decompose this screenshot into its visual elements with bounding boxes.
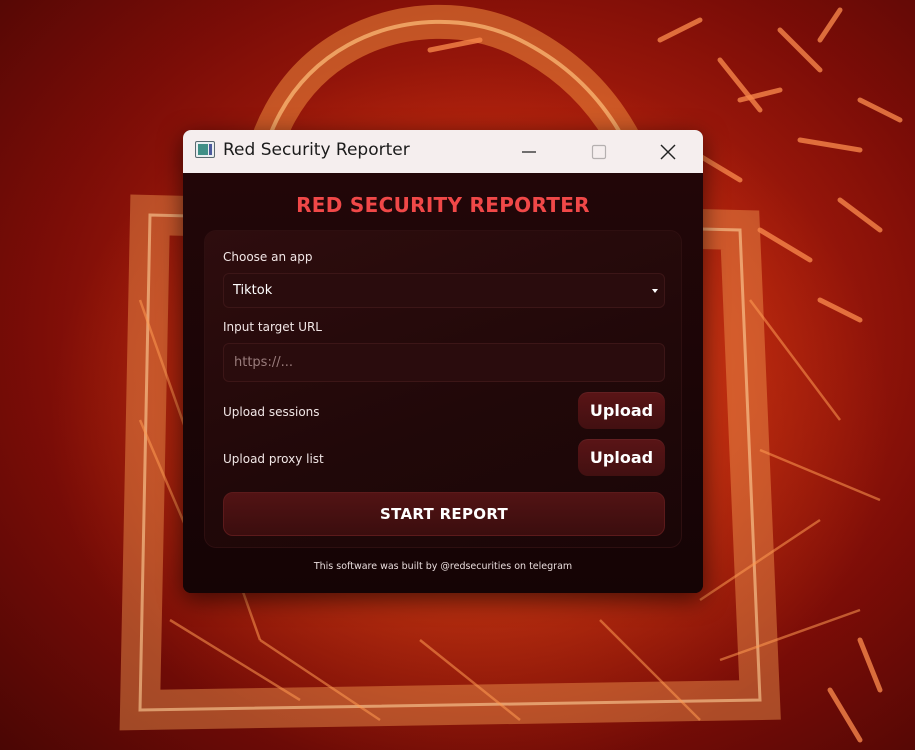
close-icon	[660, 144, 676, 159]
form-card: Choose an app Tiktok Input target URL Up…	[204, 230, 682, 548]
url-input[interactable]	[223, 343, 665, 382]
minimize-icon	[522, 150, 536, 153]
app-window: Red Security Reporter RED SECURITY REPOR…	[183, 130, 703, 593]
close-button[interactable]	[638, 130, 698, 173]
app-window-icon	[195, 141, 215, 158]
window-content: RED SECURITY REPORTER Choose an app Tikt…	[183, 173, 703, 593]
upload-sessions-button[interactable]: Upload	[578, 392, 665, 429]
window-title: Red Security Reporter	[223, 140, 410, 160]
url-label: Input target URL	[223, 320, 322, 334]
choose-app-label: Choose an app	[223, 250, 313, 264]
proxy-label: Upload proxy list	[223, 452, 324, 466]
app-heading: RED SECURITY REPORTER	[296, 193, 590, 217]
app-select-value: Tiktok	[233, 283, 273, 298]
upload-proxy-button[interactable]: Upload	[578, 439, 665, 476]
footer-credit: This software was built by @redsecuritie…	[313, 561, 573, 572]
maximize-icon	[591, 144, 607, 159]
maximize-button[interactable]	[569, 130, 629, 173]
minimize-button[interactable]	[499, 130, 559, 173]
chevron-down-icon	[652, 289, 658, 293]
app-select[interactable]: Tiktok	[223, 273, 665, 308]
sessions-label: Upload sessions	[223, 405, 320, 419]
start-report-button[interactable]: START REPORT	[223, 492, 665, 536]
title-bar[interactable]: Red Security Reporter	[183, 130, 703, 173]
